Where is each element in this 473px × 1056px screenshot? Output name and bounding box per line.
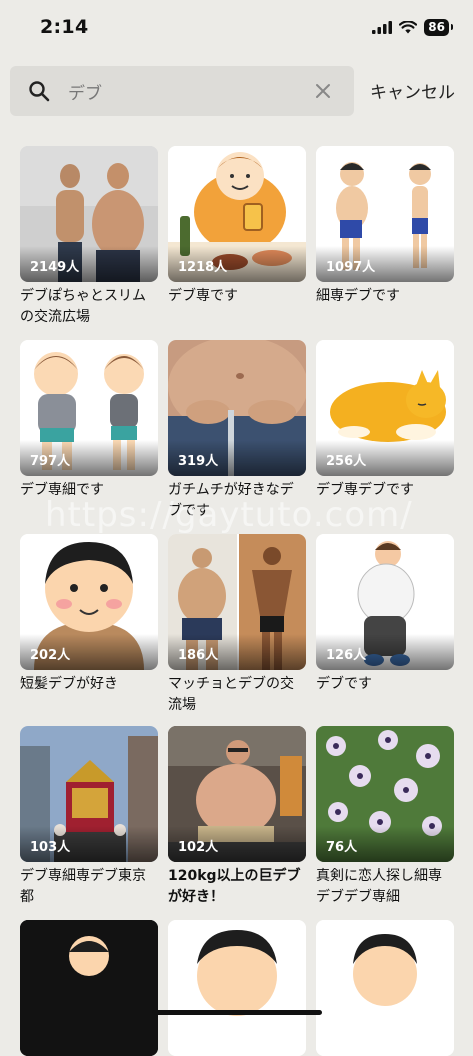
member-count: 102人 — [178, 840, 219, 855]
group-thumbnail: 256人 — [316, 340, 454, 476]
group-card[interactable] — [20, 920, 158, 1056]
group-thumbnail: 186人 — [168, 534, 306, 670]
member-count: 103人 — [30, 840, 71, 855]
group-thumbnail: 797人 — [20, 340, 158, 476]
clear-icon[interactable] — [313, 81, 333, 101]
group-title: デブ専です — [168, 288, 238, 304]
group-card[interactable]: 1097人 細専デブです — [316, 146, 454, 307]
group-thumbnail — [168, 920, 306, 1056]
group-card[interactable]: 319人 ガチムチが好きなデブです — [168, 340, 306, 522]
group-card[interactable]: 797人 デブ専細です — [20, 340, 158, 501]
status-bar: 2:14 86 — [0, 0, 473, 58]
search-row: デブ キャンセル — [10, 66, 463, 116]
search-input[interactable]: デブ — [10, 66, 354, 116]
group-card[interactable] — [316, 920, 454, 1056]
wifi-icon — [399, 21, 418, 34]
cellular-signal-icon — [372, 21, 393, 34]
status-icons: 86 — [372, 19, 453, 36]
group-card[interactable]: 126人 デブです — [316, 534, 454, 695]
group-title: デブぽちゃとスリムの交流広場 — [20, 288, 146, 325]
group-thumbnail — [20, 920, 158, 1056]
group-thumbnail: 202人 — [20, 534, 158, 670]
group-card[interactable]: 103人 デブ専細専デブ東京都 — [20, 726, 158, 908]
group-title: デブです — [316, 676, 372, 692]
member-count: 319人 — [178, 454, 219, 469]
member-count: 797人 — [30, 454, 71, 469]
member-count: 186人 — [178, 648, 219, 663]
group-title: デブ専細です — [20, 482, 104, 498]
group-title: 120kg以上の巨デブが好き！ — [168, 868, 301, 905]
member-count: 1097人 — [326, 260, 376, 275]
group-title: マッチョとデブの交流場 — [168, 676, 294, 713]
group-thumbnail: 1097人 — [316, 146, 454, 282]
group-thumbnail: 103人 — [20, 726, 158, 862]
search-query-text[interactable]: デブ — [68, 79, 102, 104]
home-indicator[interactable] — [152, 1010, 322, 1015]
member-count: 2149人 — [30, 260, 80, 275]
member-count: 256人 — [326, 454, 367, 469]
member-count: 76人 — [326, 840, 358, 855]
group-card[interactable]: 76人 真剣に恋人探し細専デブデブ専細 — [316, 726, 454, 908]
member-count: 202人 — [30, 648, 71, 663]
group-thumbnail: 126人 — [316, 534, 454, 670]
member-count: 126人 — [326, 648, 367, 663]
group-title: ガチムチが好きなデブです — [168, 482, 294, 519]
group-card[interactable]: 1218人 デブ専です — [168, 146, 306, 307]
group-title: デブ専細専デブ東京都 — [20, 868, 146, 905]
group-thumbnail: 102人 — [168, 726, 306, 862]
group-card[interactable]: 186人 マッチョとデブの交流場 — [168, 534, 306, 716]
member-count: 1218人 — [178, 260, 228, 275]
group-thumbnail: 76人 — [316, 726, 454, 862]
group-title: 真剣に恋人探し細専デブデブ専細 — [316, 868, 442, 905]
group-card[interactable]: 102人 120kg以上の巨デブが好き！ — [168, 726, 306, 908]
cancel-button[interactable]: キャンセル — [370, 78, 455, 103]
search-icon — [29, 81, 50, 102]
group-thumbnail: 2149人 — [20, 146, 158, 282]
group-thumbnail: 319人 — [168, 340, 306, 476]
group-card[interactable]: 2149人 デブぽちゃとスリムの交流広場 — [20, 146, 158, 328]
group-card[interactable]: 202人 短髪デブが好き — [20, 534, 158, 695]
group-card[interactable]: 256人 デブ専デブです — [316, 340, 454, 501]
group-title: デブ専デブです — [316, 482, 414, 498]
group-thumbnail — [316, 920, 454, 1056]
battery-indicator: 86 — [424, 19, 453, 36]
status-time: 2:14 — [40, 16, 89, 38]
group-title: 細専デブです — [316, 288, 400, 304]
group-thumbnail: 1218人 — [168, 146, 306, 282]
group-card[interactable] — [168, 920, 306, 1056]
group-title: 短髪デブが好き — [20, 676, 118, 692]
